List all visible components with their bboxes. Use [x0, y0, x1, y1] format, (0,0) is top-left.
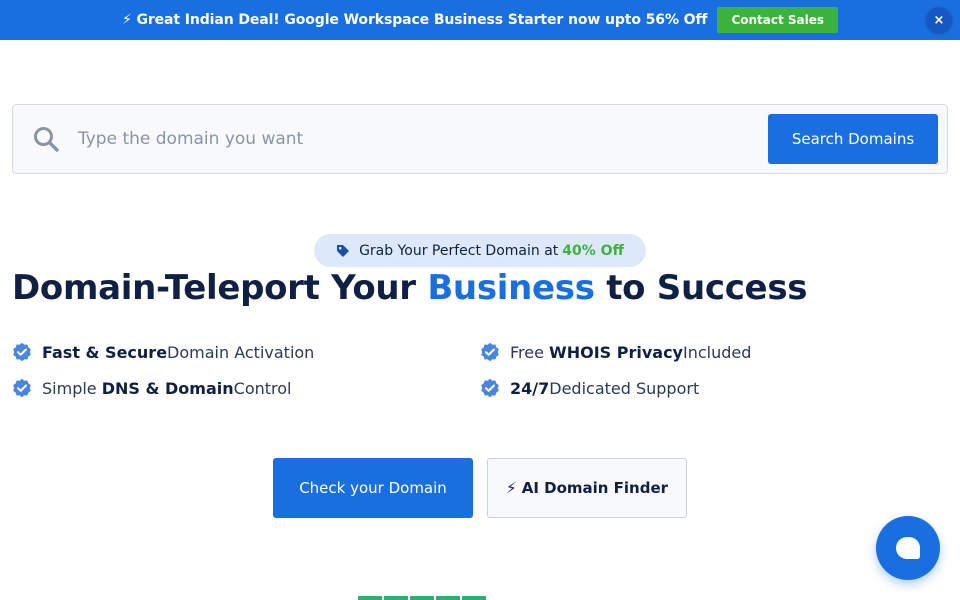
feature-bold: DNS & Domain [101, 378, 234, 398]
headline-part-1: Domain-Teleport Your [12, 268, 428, 308]
tag-icon [336, 244, 350, 258]
rating-stars [358, 596, 486, 600]
contact-sales-button[interactable]: Contact Sales [717, 7, 839, 33]
banner-text: ⚡ Great Indian Deal! Google Workspace Bu… [121, 12, 708, 28]
domain-search-bar: Search Domains [12, 104, 948, 174]
feature-bold: 24/7 [510, 378, 550, 398]
feature-prefix: Simple [42, 378, 97, 398]
verified-check-icon [481, 378, 499, 398]
domain-search-input[interactable] [60, 114, 768, 164]
promo-text: Grab Your Perfect Domain at [359, 242, 559, 259]
rating-star [462, 596, 486, 600]
ai-domain-finder-button[interactable]: ⚡ AI Domain Finder [487, 458, 687, 518]
discount-pill: Grab Your Perfect Domain at 40% Off [314, 234, 646, 267]
rating-star [410, 596, 434, 600]
close-icon[interactable]: × [926, 7, 952, 33]
rating-star [384, 596, 408, 600]
promo-discount: 40% Off [562, 242, 624, 259]
verified-check-icon [13, 342, 31, 362]
search-domains-button[interactable]: Search Domains [768, 114, 938, 164]
feature-text: Domain Activation [167, 342, 315, 362]
feature-item-dns: Simple DNS & Domain Control [12, 378, 291, 398]
headline-accent: Business [427, 268, 595, 308]
feature-bold: Fast & Secure [42, 342, 168, 362]
search-icon [32, 125, 60, 153]
feature-item-whois: Free WHOIS Privacy Included [480, 342, 751, 362]
feature-text: Dedicated Support [549, 378, 700, 398]
feature-text: Included [682, 342, 752, 362]
feature-item-activation: Fast & Secure Domain Activation [12, 342, 314, 362]
promo-banner: ⚡ Great Indian Deal! Google Workspace Bu… [0, 0, 960, 40]
verified-check-icon [481, 342, 499, 362]
headline-part-2: to Success [594, 268, 808, 308]
rating-star [358, 596, 382, 600]
feature-bold: WHOIS Privacy [549, 342, 683, 362]
feature-text: Control [233, 378, 292, 398]
rating-star [436, 596, 460, 600]
chat-icon[interactable] [876, 516, 940, 580]
chat-bubble-shape [896, 537, 920, 559]
feature-item-support: 24/7 Dedicated Support [480, 378, 699, 398]
check-domain-button[interactable]: Check your Domain [273, 458, 473, 518]
verified-check-icon [13, 378, 31, 398]
feature-prefix: Free [510, 342, 544, 362]
page-title: Domain-Teleport Your Business to Success [12, 268, 808, 308]
